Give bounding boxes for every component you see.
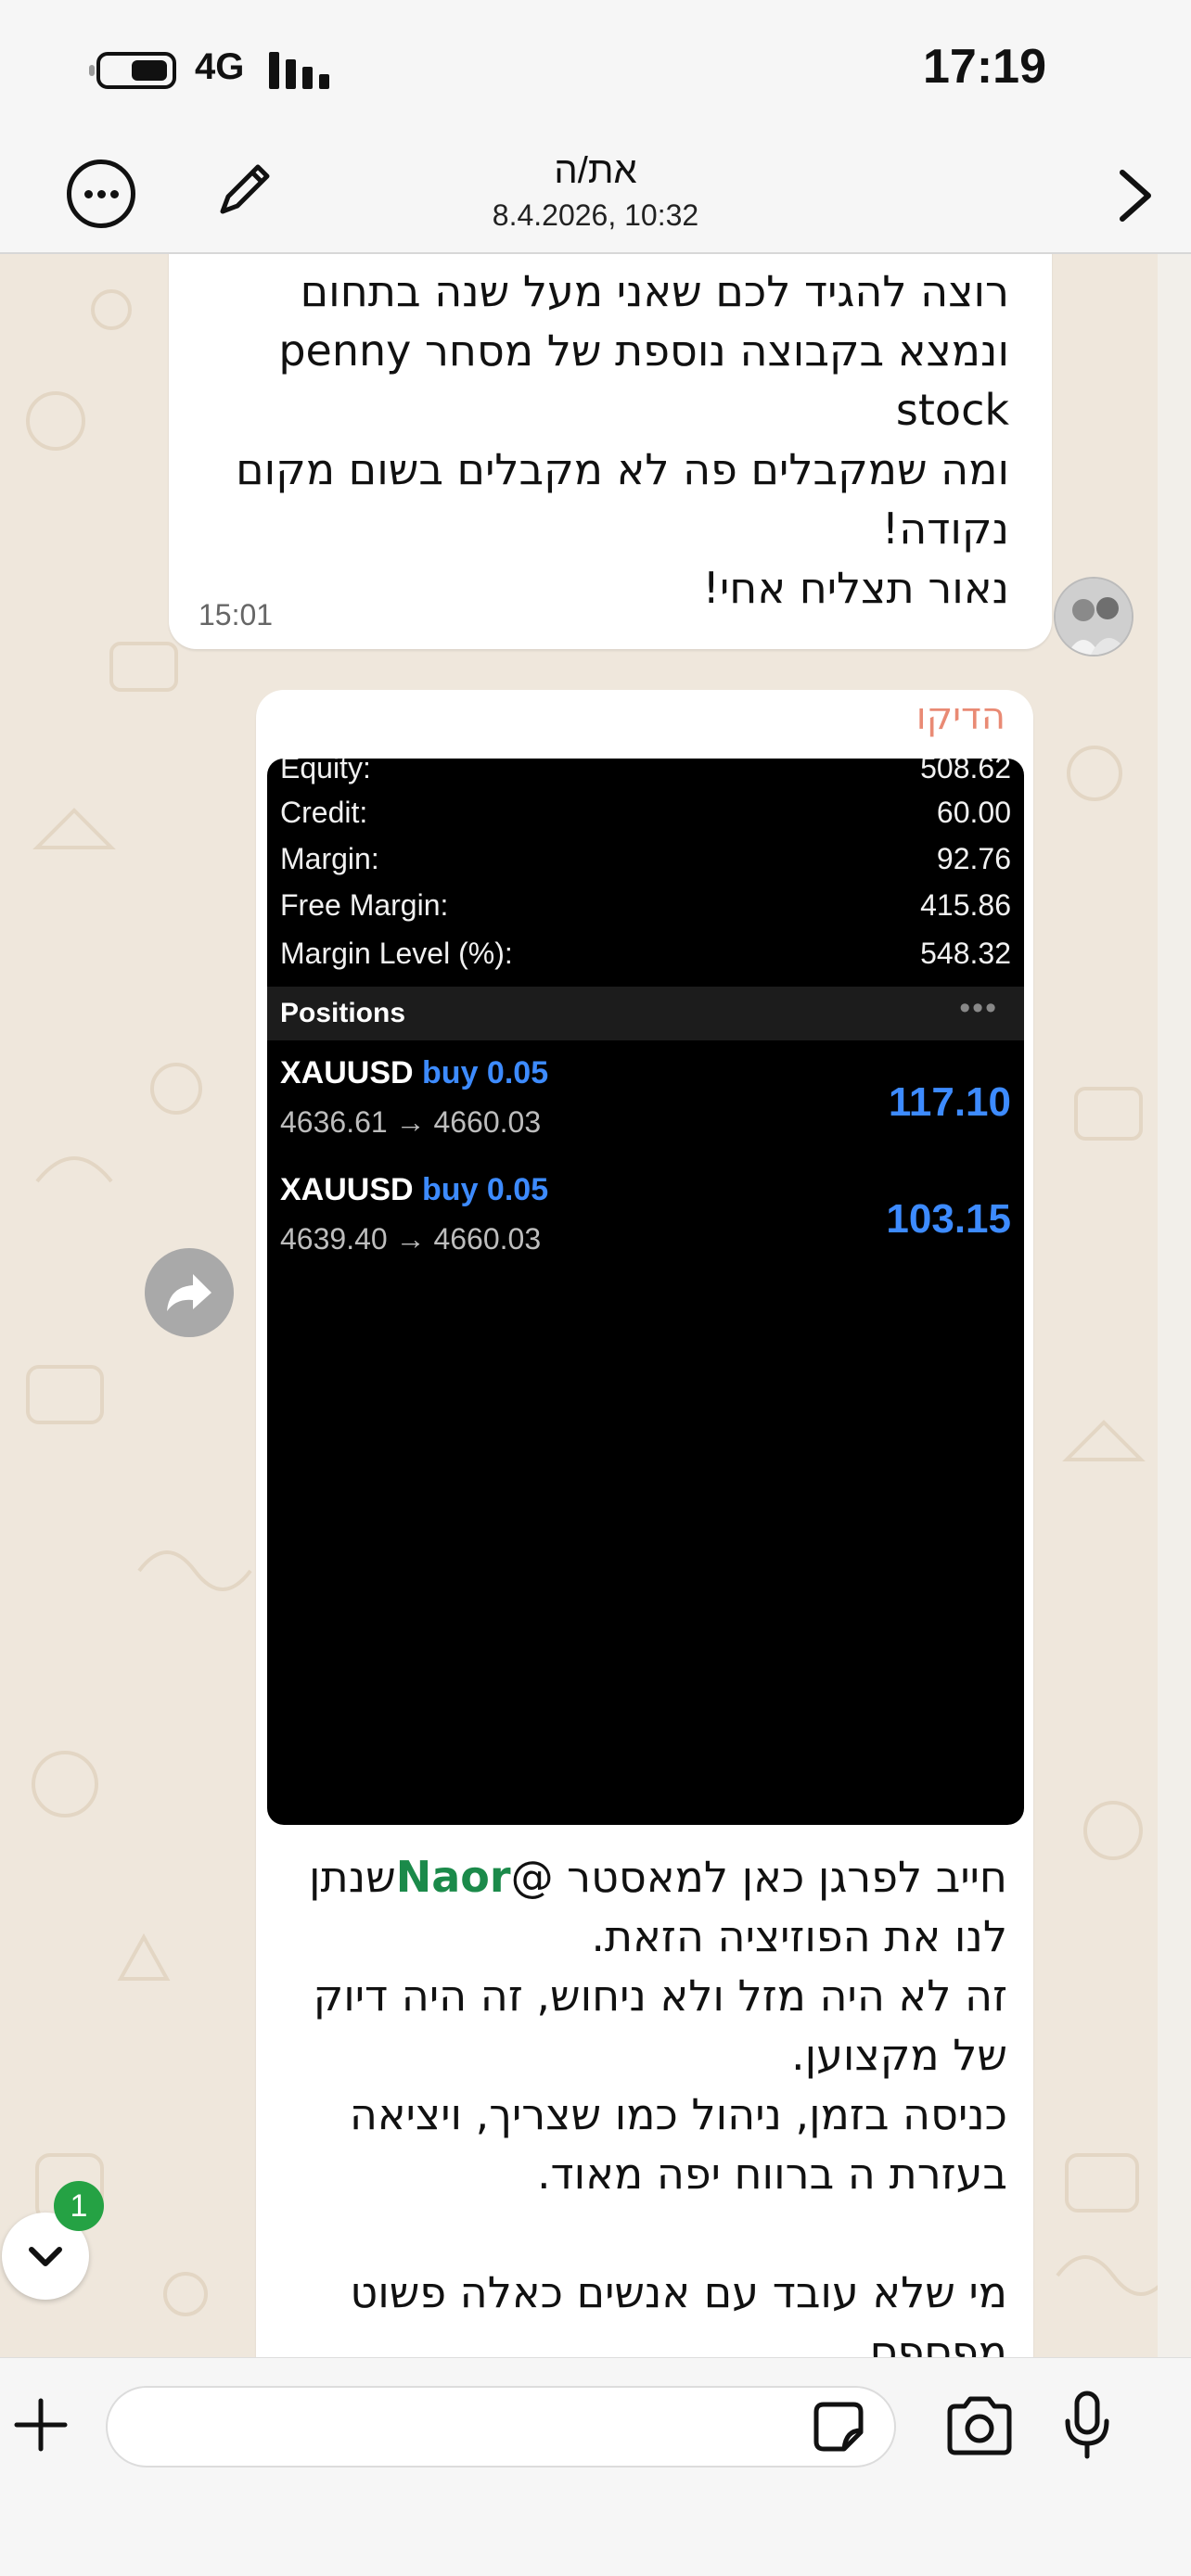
caption-line: חייב לפרגן כאן למאסטר @Naorשנתן: [275, 1847, 1007, 1906]
status-bar: 4G 17:19: [0, 0, 1191, 130]
position-prices: 4636.61 → 4660.03: [280, 1105, 542, 1139]
back-chevron-icon[interactable]: [1108, 163, 1163, 228]
mention-link[interactable]: Naor: [396, 1852, 511, 1902]
position-row: XAUUSD buy 0.05 4639.40 → 4660.03 103.15: [280, 1172, 1011, 1274]
camera-icon[interactable]: [944, 2395, 1015, 2456]
sticker-icon[interactable]: [811, 2399, 866, 2455]
position-profit: 103.15: [886, 1196, 1011, 1242]
message-line: נקודה!: [881, 504, 1009, 554]
sender-name: הדיקו: [916, 695, 1005, 738]
account-label: Margin Level (%):: [280, 937, 513, 970]
account-label: Equity:: [280, 759, 371, 784]
caption-line: לנו את הפוזיציה הזאת.: [591, 1911, 1007, 1961]
message-caption: חייב לפרגן כאן למאסטר @Naorשנתן לנו את ה…: [275, 1847, 1007, 2357]
chat-title[interactable]: את/ה: [0, 150, 1191, 192]
account-row: Margin Level (%): 548.32: [280, 937, 1011, 983]
network-type: 4G: [195, 46, 245, 87]
account-row: Credit: 60.00: [280, 796, 1011, 842]
avatar[interactable]: [1054, 577, 1133, 657]
message-line: ומה שמקבלים פה לא מקבלים בשום מקום: [236, 444, 1009, 494]
position-profit: 117.10: [888, 1079, 1011, 1125]
caption-line: של מקצוען.: [790, 2030, 1007, 2080]
message-line: נאור תצליח אחי!: [702, 563, 1009, 613]
account-value: 415.86: [920, 888, 1011, 922]
message-line: ונמצא בקבוצה נוספת של מסחר penny: [278, 325, 1009, 376]
position-prices: 4639.40 → 4660.03: [280, 1222, 542, 1256]
account-label: Margin:: [280, 842, 379, 875]
message-time: 15:01: [198, 598, 274, 631]
account-value: 508.62: [920, 759, 1011, 784]
message-input[interactable]: [106, 2386, 896, 2468]
position-direction: buy 0.05: [422, 1172, 549, 1207]
forward-icon[interactable]: [145, 1248, 234, 1337]
plus-icon[interactable]: [11, 2395, 70, 2455]
message-line: stock: [895, 385, 1009, 435]
battery-nub: [89, 65, 95, 76]
status-time: 17:19: [923, 40, 1046, 94]
account-value: 60.00: [936, 796, 1011, 829]
message-bubble-incoming[interactable]: הדיקו Equity: 508.62 Credit: 60.00 Margi…: [256, 690, 1033, 2357]
message-text: רוצה להגיד לכם שאני מעל שנה בתחום ונמצא …: [193, 261, 1009, 618]
account-label: Credit:: [280, 796, 368, 829]
caption-text: שנתן: [308, 1852, 396, 1902]
caption-line: זה לא היה מזל ולא ניחוש, זה היה דיוק: [313, 1970, 1007, 2021]
position-symbol: XAUUSD: [280, 1172, 414, 1207]
position-symbol-line: XAUUSD buy 0.05: [280, 1055, 548, 1091]
positions-label: Positions: [280, 998, 406, 1028]
mic-icon[interactable]: [1063, 2390, 1111, 2460]
position-symbol: XAUUSD: [280, 1055, 414, 1090]
chat-subtitle: 8.4.2026, 10:32: [492, 198, 699, 232]
account-label: Free Margin:: [280, 888, 449, 922]
account-value: 548.32: [920, 937, 1011, 970]
position-symbol-line: XAUUSD buy 0.05: [280, 1172, 548, 1208]
trading-screenshot[interactable]: Equity: 508.62 Credit: 60.00 Margin: 92.…: [267, 759, 1024, 1825]
account-row: Equity: 508.62: [280, 759, 1011, 797]
caption-line: מפספס: [869, 2327, 1007, 2357]
caption-line: בעזרת ה ברווח יפה מאוד.: [536, 2149, 1007, 2199]
caption-line: כניסה בזמן, ניהול כמו שצריך, ויציאה: [349, 2089, 1007, 2139]
chat-header: את/ה 8.4.2026, 10:32: [0, 130, 1191, 254]
battery-icon: [96, 52, 176, 89]
unread-badge: 1: [54, 2181, 104, 2231]
signal-icon: [269, 52, 334, 89]
position-direction: buy 0.05: [422, 1055, 549, 1090]
message-line: רוצה להגיד לכם שאני מעל שנה בתחום: [300, 266, 1009, 316]
positions-header: Positions •••: [267, 987, 1024, 1040]
positions-more-icon: •••: [959, 990, 998, 1026]
account-value: 92.76: [936, 842, 1011, 875]
composer-bar: [0, 2357, 1191, 2576]
right-edge-strip: [1158, 254, 1191, 2357]
caption-line: מי שלא עובד עם אנשים כאלה פשוט: [350, 2267, 1007, 2317]
caption-text: חייב לפרגן כאן למאסטר @: [510, 1852, 1007, 1902]
caption-line: [275, 2203, 1007, 2263]
account-row: Margin: 92.76: [280, 842, 1011, 888]
account-row: Free Margin: 415.86: [280, 888, 1011, 935]
chat-area[interactable]: רוצה להגיד לכם שאני מעל שנה בתחום ונמצא …: [0, 254, 1191, 2357]
position-row: XAUUSD buy 0.05 4636.61 → 4660.03 117.10: [280, 1055, 1011, 1157]
message-bubble-incoming[interactable]: רוצה להגיד לכם שאני מעל שנה בתחום ונמצא …: [169, 254, 1052, 649]
